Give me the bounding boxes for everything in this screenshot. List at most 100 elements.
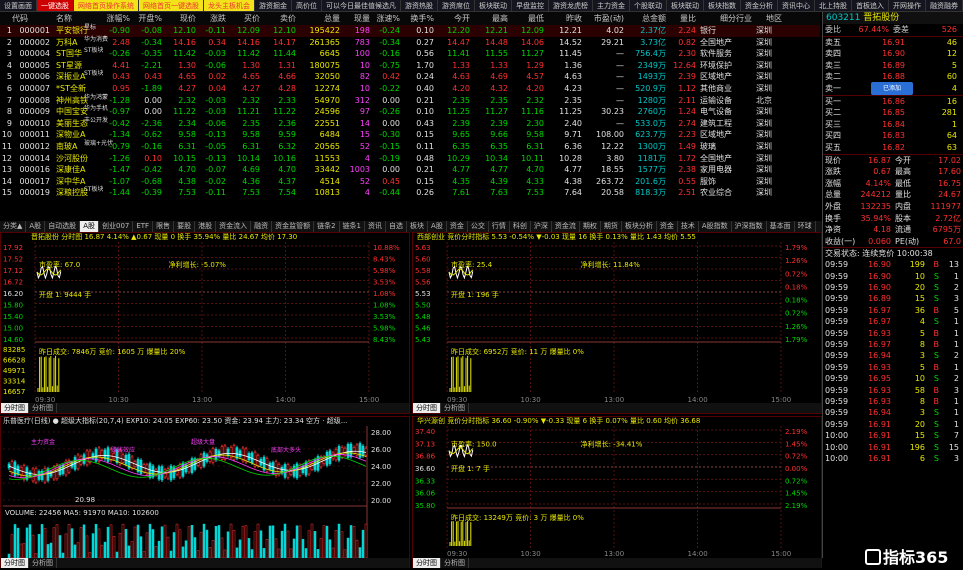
tab-intraday[interactable]: 分时图: [413, 558, 441, 568]
header-4[interactable]: 现价: [162, 12, 196, 25]
tab-analysis[interactable]: 分析图: [29, 403, 57, 413]
toolbar-tab[interactable]: 北上持股: [815, 0, 852, 11]
toolbar-tab[interactable]: 板块联动: [667, 0, 704, 11]
book-row[interactable]: 买五 16.82 63: [823, 142, 963, 154]
category-tab[interactable]: 自选: [386, 221, 408, 232]
quote-row[interactable]: 11 000012 南玻A -0.79 -0.16 6.31 -0.05 6.31 6.32 20…: [0, 140, 820, 153]
tab-analysis[interactable]: 分析图: [441, 403, 469, 413]
category-tab[interactable]: 港股: [195, 221, 217, 232]
quote-row[interactable]: 5 000006 深振业A 0.43 0.43 4.65 0.02 4.65 4.66 32050…: [0, 70, 820, 83]
category-tab[interactable]: 资讯: [365, 221, 387, 232]
category-tab[interactable]: A股: [26, 221, 46, 232]
header-13[interactable]: 最高: [470, 12, 508, 25]
category-tab[interactable]: 资金流入: [216, 221, 252, 232]
toolbar-tab[interactable]: 一键选股: [37, 0, 74, 11]
category-tab[interactable]: 基本面: [767, 221, 795, 232]
quote-row[interactable]: 14 000017 深中华A -1.07 -0.68 4.38 -0.02 4.36 4.37 4…: [0, 176, 820, 188]
category-tab[interactable]: 期权: [580, 221, 601, 232]
quote-row[interactable]: 9 000010 美丽生态 -0.42 -2.36 2.34 -0.06 2.35 2.36 22…: [0, 117, 820, 130]
toolbar-tab[interactable]: 板块联动: [475, 0, 512, 11]
header-17[interactable]: 总金额: [624, 12, 666, 25]
header-2[interactable]: 涨幅%: [94, 12, 130, 25]
toolbar-tab[interactable]: 个股联动: [630, 0, 667, 11]
quote-row[interactable]: 4 000005 ST星源 4.41 -2.21 1.30 -0.06 1.30 1.31 180…: [0, 60, 820, 72]
toolbar-tab[interactable]: 网络首页一键选股: [139, 0, 204, 11]
book-row[interactable]: 买四 16.83 64: [823, 130, 963, 142]
quote-row[interactable]: 13 000016 深康佳A -1.47 -0.42 4.70 -0.07 4.69 4.70 3…: [0, 164, 820, 176]
header-5[interactable]: 涨跌: [196, 12, 226, 25]
chart-4-intraday[interactable]: 华兴源创 竞价分时指标 36.60 -0.90% ▼-0.33 现量 6 换手 …: [412, 416, 822, 568]
header-16[interactable]: 市盈(动): [582, 12, 624, 25]
book-row[interactable]: 卖三 16.89 5: [823, 60, 963, 72]
header-14[interactable]: 最低: [508, 12, 544, 25]
header-20[interactable]: 地区: [752, 12, 782, 25]
toolbar-tab[interactable]: 开网操作: [889, 0, 926, 11]
header-3[interactable]: 开盘%: [130, 12, 162, 25]
category-tab[interactable]: 公交: [468, 221, 489, 232]
toolbar-tab[interactable]: 首板追入: [852, 0, 889, 11]
chart-2-intraday[interactable]: 西部创业 竞价分时指标 5.53 -0.54% ▼-0.03 现量 16 换手 …: [412, 232, 822, 414]
quote-row[interactable]: 3 000004 ST国华 -0.26 -0.35 11.42 -0.03 11.42 11.4…: [0, 47, 820, 60]
category-tab[interactable]: 融资: [251, 221, 273, 232]
category-tab[interactable]: 要股: [174, 221, 196, 232]
header-11[interactable]: 换手%: [400, 12, 434, 25]
toolbar-tab[interactable]: 游资掘金: [255, 0, 292, 11]
header-19[interactable]: 细分行业: [696, 12, 752, 25]
tab-intraday[interactable]: 分时图: [413, 403, 441, 413]
toolbar-tab[interactable]: 高价位: [292, 0, 322, 11]
quote-row[interactable]: 8 000009 中国宝安 -0.97 0.00 11.22 -0.03 11.21 11.22…: [0, 105, 820, 118]
category-tab[interactable]: 资金监管额: [272, 221, 315, 232]
category-tab[interactable]: A股: [428, 221, 447, 232]
book-row[interactable]: 买二 16.85 281: [823, 107, 963, 119]
category-tab[interactable]: 环球: [795, 221, 816, 232]
added-badge[interactable]: 已添加: [871, 81, 913, 95]
category-tab[interactable]: 期货: [601, 221, 622, 232]
quote-row[interactable]: 12 000014 沙河股份 -1.26 0.10 10.15 -0.13 10.14 10.1…: [0, 153, 820, 165]
category-tab[interactable]: 分类▲: [0, 221, 27, 232]
toolbar-tab[interactable]: 早盘监控: [512, 0, 549, 11]
category-tab[interactable]: 创业007: [99, 221, 134, 232]
book-row[interactable]: 买一 16.86 16: [823, 96, 963, 108]
tab-analysis[interactable]: 分析图: [29, 558, 57, 568]
book-row[interactable]: 卖五 16.91 46: [823, 37, 963, 49]
header-0[interactable]: 代码: [12, 12, 50, 25]
category-tab[interactable]: 资金流: [552, 221, 580, 232]
category-tab[interactable]: 行情: [489, 221, 510, 232]
header-6[interactable]: 买价: [226, 12, 260, 25]
toolbar-tab[interactable]: 资金分析: [741, 0, 778, 11]
toolbar-tab[interactable]: 板块指数: [704, 0, 741, 11]
toolbar-tab[interactable]: 可以今日最佳值候选凡: [322, 0, 401, 11]
header-15[interactable]: 昨收: [544, 12, 582, 25]
header-9[interactable]: 现量: [340, 12, 370, 25]
category-tab[interactable]: 链条1: [340, 221, 366, 232]
toolbar-tab[interactable]: 主力资金: [593, 0, 630, 11]
toolbar-tab[interactable]: 游资热股: [401, 0, 438, 11]
category-tab[interactable]: 沪深: [531, 221, 552, 232]
category-tab[interactable]: 链条2: [314, 221, 340, 232]
header-12[interactable]: 今开: [434, 12, 470, 25]
book-row[interactable]: 买三 16.84 1: [823, 119, 963, 131]
category-tab[interactable]: A股指数: [699, 221, 732, 232]
header-7[interactable]: 卖价: [260, 12, 296, 25]
toolbar-tab[interactable]: 龙头主板机会: [204, 0, 255, 11]
category-tab[interactable]: 限售: [153, 221, 175, 232]
category-tab[interactable]: 资金: [447, 221, 468, 232]
category-tab[interactable]: 自动选股: [45, 221, 81, 232]
quote-row[interactable]: 15 000019 深粮控股 -1.44 -0.39 7.53 -0.11 7.53 7.54 1…: [0, 186, 820, 199]
tab-intraday[interactable]: 分时图: [1, 558, 29, 568]
header-8[interactable]: 总量: [296, 12, 340, 25]
tab-analysis[interactable]: 分析图: [441, 558, 469, 568]
tab-intraday[interactable]: 分时图: [1, 403, 29, 413]
category-tab[interactable]: 科创: [510, 221, 531, 232]
category-tab[interactable]: 沪深指数: [732, 221, 767, 232]
toolbar-tab[interactable]: 游资席位: [438, 0, 475, 11]
book-row[interactable]: 卖四 16.90 12: [823, 48, 963, 60]
toolbar-tab[interactable]: 资讯中心: [778, 0, 815, 11]
quote-row[interactable]: 10 000011 深物业A -1.34 -0.62 9.58 -0.13 9.58 9.59 6…: [0, 129, 820, 141]
chart-1-intraday[interactable]: 晋拓股份 分时图 16.87 4.14% ▲0.67 现量 0 换手 35.94…: [0, 232, 410, 414]
toolbar-tab[interactable]: 设置画面: [0, 0, 37, 11]
category-tab[interactable]: 资金: [657, 221, 678, 232]
quote-row[interactable]: 6 000007 *ST全新 0.95 -1.89 4.27 0.04 4.27 4.28 122…: [0, 83, 820, 95]
category-tab[interactable]: A股: [80, 221, 99, 232]
toolbar-tab[interactable]: 融资融券: [926, 0, 963, 11]
